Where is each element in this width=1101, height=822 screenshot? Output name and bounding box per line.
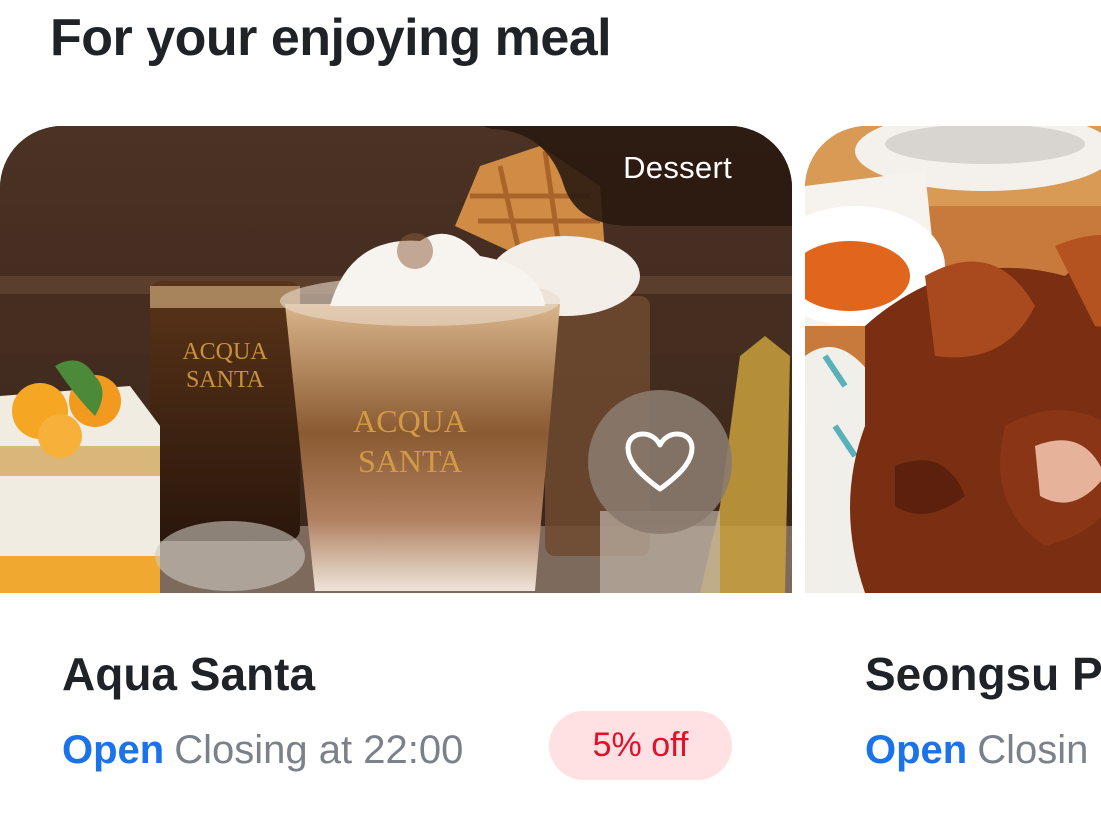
restaurant-photo[interactable]: ACQUA SANTA ACQUA SANTA Dessert	[0, 126, 792, 593]
photo-logo-dark-glass: ACQUA SANTA	[175, 338, 275, 394]
restaurant-status: Open Closin	[865, 724, 1088, 776]
favorite-button[interactable]	[588, 390, 732, 534]
open-status: Open	[865, 728, 968, 772]
braised-pork-illustration	[805, 126, 1101, 593]
section-title: For your enjoying meal	[50, 9, 612, 67]
category-label: Dessert	[623, 150, 732, 185]
photo-logo-line: SANTA	[185, 367, 265, 393]
photo-logo-line: ACQUA	[182, 339, 268, 365]
restaurant-carousel[interactable]: ACQUA SANTA ACQUA SANTA Dessert Aqua San…	[0, 126, 1101, 822]
closing-time: Closing at 22:00	[174, 728, 464, 772]
restaurant-card[interactable]: ACQUA SANTA ACQUA SANTA Dessert Aqua San…	[0, 126, 792, 822]
restaurant-photo[interactable]	[805, 126, 1101, 593]
restaurant-name[interactable]: Seongsu P	[865, 646, 1101, 702]
discount-badge: 5% off	[549, 711, 732, 780]
photo-logo-main-glass: ACQUA SANTA	[340, 401, 480, 481]
restaurant-name[interactable]: Aqua Santa	[62, 646, 315, 702]
photo-logo-line: SANTA	[357, 443, 463, 479]
restaurant-card[interactable]: Seongsu P Open Closin	[805, 126, 1101, 822]
closing-time: Closin	[977, 728, 1089, 772]
restaurant-status: Open Closing at 22:00	[62, 724, 463, 776]
heart-outline-icon	[625, 431, 695, 492]
category-tag: Dessert	[482, 126, 792, 226]
photo-logo-line: ACQUA	[353, 403, 467, 439]
page: For your enjoying meal ACQUA SANTA ACQUA…	[0, 0, 1101, 822]
open-status: Open	[62, 728, 165, 772]
